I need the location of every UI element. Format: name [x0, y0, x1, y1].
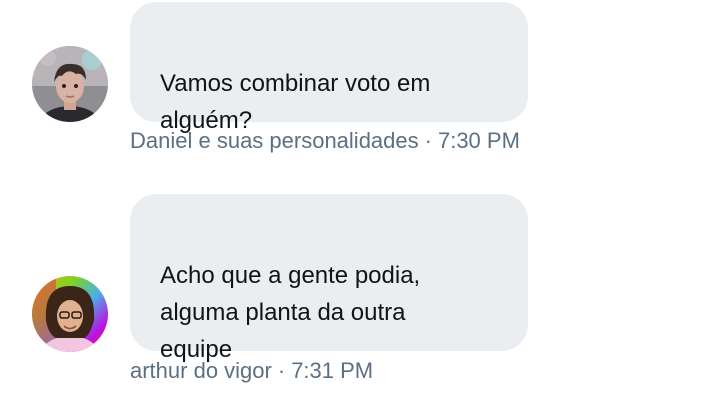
avatar-arthur-icon: [32, 276, 108, 352]
message-bubble[interactable]: Acho que a gente podia, alguma planta da…: [130, 194, 528, 363]
meta-separator: ·: [424, 128, 432, 153]
message-item: Acho que a gente podia, alguma planta da…: [0, 190, 720, 403]
meta-separator: ·: [277, 358, 286, 383]
message-text: Vamos combinar voto em alguém?: [160, 70, 431, 134]
message-item: Vamos combinar voto em alguém? Daniel e …: [0, 0, 720, 170]
avatar[interactable]: [32, 276, 108, 352]
message-bubble[interactable]: Vamos combinar voto em alguém?: [130, 2, 528, 134]
message-meta: Daniel e suas personalidades · 7:30 PM: [130, 128, 520, 154]
message-text: Acho que a gente podia, alguma planta da…: [160, 262, 421, 363]
timestamp: 7:31 PM: [291, 358, 374, 383]
avatar-daniel-icon: [32, 46, 108, 122]
sender-name[interactable]: arthur do vigor: [130, 358, 272, 383]
message-meta: arthur do vigor · 7:31 PM: [130, 358, 373, 384]
timestamp: 7:30 PM: [437, 128, 520, 153]
sender-name[interactable]: Daniel e suas personalidades: [130, 128, 419, 153]
avatar[interactable]: [32, 46, 108, 122]
